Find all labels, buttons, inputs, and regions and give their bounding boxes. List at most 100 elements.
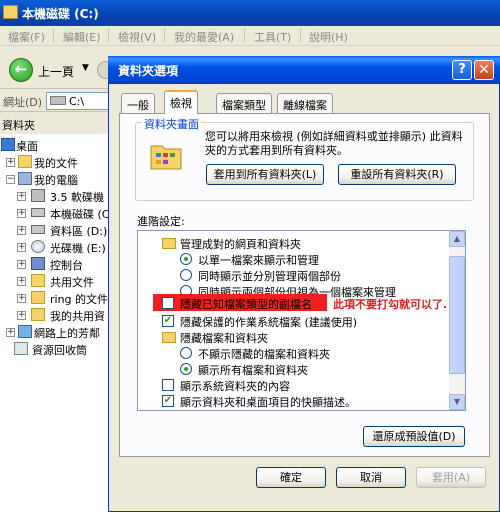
menu-file[interactable]: 檔案(F) bbox=[8, 29, 45, 45]
back-button-label[interactable]: 上一頁 bbox=[38, 63, 74, 80]
tree-item-label: 資源回收筒 bbox=[32, 344, 87, 357]
setting-label: 顯示系統資料夾的內容 bbox=[180, 380, 290, 393]
floppy-icon bbox=[31, 189, 45, 202]
address-value: C:\ bbox=[69, 95, 85, 108]
expand-icon[interactable]: + bbox=[17, 243, 26, 252]
expand-icon[interactable]: + bbox=[17, 209, 26, 218]
tab-view[interactable]: 檢視 bbox=[164, 90, 198, 114]
radio-button[interactable] bbox=[180, 253, 192, 265]
radio-button[interactable] bbox=[180, 269, 192, 281]
chevron-down-icon[interactable]: ▼ bbox=[82, 63, 89, 73]
folder-tree: 桌面 + 我的文件 − 我的電腦 + 3.5 軟碟機 + 本機磁碟 (C + 資… bbox=[0, 134, 110, 512]
folder-icon bbox=[31, 274, 45, 287]
expand-icon[interactable]: + bbox=[17, 311, 26, 320]
expand-icon[interactable]: + bbox=[17, 226, 26, 235]
setting-label: 以單一檔案來顯示和管理 bbox=[198, 254, 319, 267]
scroll-down-icon[interactable]: ▼ bbox=[449, 394, 465, 410]
close-button[interactable]: ✕ bbox=[474, 60, 494, 80]
expand-icon[interactable]: + bbox=[17, 277, 26, 286]
menu-help[interactable]: 說明(H) bbox=[309, 29, 348, 45]
address-label: 網址(D) bbox=[3, 96, 43, 109]
drive-icon bbox=[3, 5, 18, 19]
expand-icon[interactable]: + bbox=[6, 328, 15, 337]
setting-label: 隱藏已知檔案類型的副檔名 bbox=[180, 298, 312, 311]
shared-folder-icon bbox=[31, 308, 45, 321]
menu-tools[interactable]: 工具(T) bbox=[254, 29, 291, 45]
checkbox[interactable]: ✔ bbox=[162, 395, 174, 407]
group-title: 資料夾畫面 bbox=[142, 116, 201, 132]
expand-icon[interactable]: + bbox=[17, 294, 26, 303]
folder-view-icon bbox=[150, 145, 182, 170]
reset-all-folders-button[interactable]: 重設所有資料夾(R) bbox=[338, 164, 456, 185]
tree-item-label: 共用文件 bbox=[50, 276, 94, 289]
explorer-menu-bar: 檔案(F) 編輯(E) 檢視(V) 我的最愛(A) 工具(T) 說明(H) bbox=[0, 26, 500, 46]
cd-drive-icon bbox=[31, 240, 45, 253]
explorer-title-bar: 本機磁碟 (C:) bbox=[0, 0, 500, 26]
setting-label: 管理成對的網頁和資料夾 bbox=[180, 238, 301, 251]
tree-item-label: 網路上的芳鄰 bbox=[34, 327, 100, 340]
menu-edit[interactable]: 編輯(E) bbox=[63, 29, 101, 45]
recycle-bin-icon bbox=[14, 342, 28, 355]
collapse-icon[interactable]: − bbox=[6, 175, 15, 184]
setting-label: 隱藏檔案和資料夾 bbox=[180, 332, 268, 345]
tree-item-label: 3.5 軟碟機 bbox=[50, 191, 104, 204]
setting-label: 同時顯示並分別管理兩個部份 bbox=[198, 270, 341, 283]
drive-icon bbox=[50, 96, 66, 105]
apply-button[interactable]: 套用(A) bbox=[416, 467, 486, 488]
drive-icon bbox=[31, 225, 45, 234]
folder-icon bbox=[18, 155, 32, 168]
menu-favorites[interactable]: 我的最愛(A) bbox=[174, 29, 234, 45]
restore-defaults-button[interactable]: 還原成預設值(D) bbox=[363, 426, 465, 447]
menu-separator bbox=[244, 28, 245, 43]
expand-icon[interactable]: + bbox=[17, 260, 26, 269]
group-description: 您可以將用來檢視 (例如詳細資料或並排顯示) 此資料夾的方式套用到所有資料夾。 bbox=[205, 130, 463, 157]
control-panel-icon bbox=[31, 257, 45, 270]
tab-general[interactable]: 一般 bbox=[121, 93, 155, 113]
ok-button[interactable]: 確定 bbox=[256, 467, 326, 488]
folder-icon bbox=[31, 291, 45, 304]
tree-item-label: 資料區 (D:) bbox=[50, 225, 108, 238]
radio-button[interactable] bbox=[180, 363, 192, 375]
radio-button[interactable] bbox=[180, 347, 192, 359]
tree-item-label: 本機磁碟 (C bbox=[50, 208, 110, 221]
tab-offline-files[interactable]: 離線檔案 bbox=[277, 93, 333, 113]
checkbox[interactable] bbox=[162, 297, 174, 309]
expand-icon[interactable]: + bbox=[17, 192, 26, 201]
menu-separator bbox=[108, 28, 109, 43]
tree-item-label: 我的電腦 bbox=[34, 174, 78, 187]
tree-item-label: 我的共用資 bbox=[50, 310, 105, 323]
desktop-icon bbox=[1, 138, 15, 151]
explorer-title: 本機磁碟 (C:) bbox=[22, 7, 99, 21]
drive-icon bbox=[31, 208, 45, 217]
tree-item-label: 桌面 bbox=[16, 140, 38, 153]
folder-icon bbox=[162, 332, 176, 343]
setting-label: 顯示資料夾和桌面項目的快顯描述。 bbox=[180, 396, 356, 409]
folder-pane-header: 資料夾 bbox=[0, 114, 110, 134]
annotation-text: 此項不要打勾就可以了. bbox=[333, 298, 448, 311]
advanced-settings-label: 進階設定: bbox=[137, 215, 185, 228]
menu-separator bbox=[300, 28, 301, 43]
scroll-up-icon[interactable]: ▲ bbox=[449, 231, 465, 247]
tree-item-label: 我的文件 bbox=[34, 157, 78, 170]
scroll-thumb[interactable] bbox=[449, 256, 465, 374]
tab-file-types[interactable]: 檔案類型 bbox=[216, 93, 272, 113]
back-arrow-icon[interactable]: ← bbox=[9, 58, 33, 82]
menu-separator bbox=[53, 28, 54, 43]
menu-view[interactable]: 檢視(V) bbox=[118, 29, 156, 45]
expand-icon[interactable]: + bbox=[6, 158, 15, 167]
dialog-title: 資料夾選項 bbox=[118, 64, 179, 78]
tree-item-label: 光碟機 (E:) bbox=[50, 242, 106, 255]
setting-label: 不顯示隱藏的檔案和資料夾 bbox=[198, 348, 330, 361]
network-icon bbox=[18, 325, 32, 338]
setting-label: 隱藏保護的作業系統檔案 (建議使用) bbox=[180, 316, 358, 329]
checkbox[interactable]: ✔ bbox=[162, 315, 174, 327]
cancel-button[interactable]: 取消 bbox=[336, 467, 406, 488]
setting-label: 顯示所有檔案和資料夾 bbox=[198, 364, 308, 377]
help-button[interactable]: ? bbox=[452, 60, 472, 80]
tree-item-label: 控制台 bbox=[50, 259, 83, 272]
apply-to-all-folders-button[interactable]: 套用到所有資料夾(L) bbox=[206, 164, 324, 185]
tree-item-label: ring 的文件 bbox=[50, 293, 109, 306]
computer-icon bbox=[18, 172, 32, 185]
checkbox[interactable] bbox=[162, 379, 174, 391]
menu-separator bbox=[164, 28, 165, 43]
